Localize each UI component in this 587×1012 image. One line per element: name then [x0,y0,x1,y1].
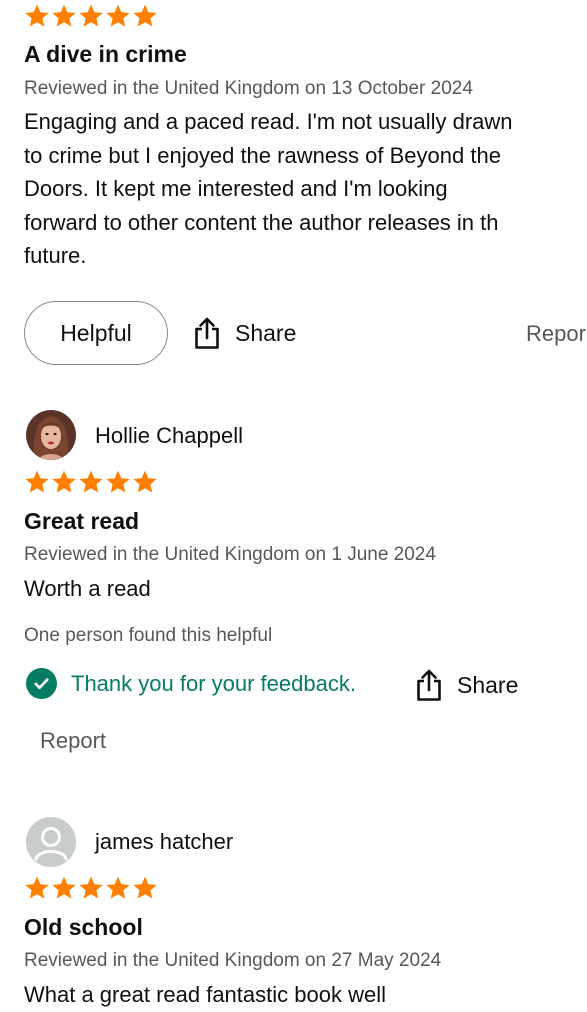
review-body: Worth a read [24,576,151,601]
share-button[interactable]: Share [193,316,296,350]
star-rating [24,3,158,29]
report-link[interactable]: Repor [526,321,586,347]
star-icon [25,4,49,27]
review-title: Old school [24,914,143,940]
star-rating [24,875,158,901]
review-date: Reviewed in the United Kingdom on 1 June… [24,544,436,565]
review-title: A dive in crime [24,41,187,67]
avatar-photo [26,410,76,460]
star-icon [133,876,157,899]
review-title: Great read [24,508,140,534]
star-icon [133,470,157,493]
share-label: Share [457,671,519,698]
review-date: Reviewed in the United Kingdom on 13 Oct… [24,78,473,99]
default-avatar-icon [26,817,76,867]
share-button[interactable]: Share [415,668,518,702]
share-icon [417,669,441,701]
star-icon [52,4,76,27]
check-circle-icon [26,668,57,699]
review-body-line: Engaging and a paced read. I'm not usual… [24,109,513,134]
star-icon [52,470,76,493]
reviewer-name[interactable]: james hatcher [95,829,233,855]
review-body-line: future. [24,243,87,268]
star-icon [25,876,49,899]
review-body: What a great read fantastic book well [24,982,386,1007]
star-icon [133,4,157,27]
review-body-line: to crime but I enjoyed the rawness of Be… [24,142,501,168]
star-icon [106,470,130,493]
helpful-button[interactable]: Helpful [24,301,168,365]
review-body: Engaging and a paced read. I'm not usual… [24,105,587,273]
star-icon [106,876,130,899]
star-rating [24,469,158,495]
review-body-line: forward to other content the author rele… [24,209,499,235]
report-link[interactable]: Report [40,728,106,754]
star-icon [79,470,103,493]
avatar [26,410,76,460]
share-label: Share [235,319,297,346]
star-icon [79,4,103,27]
avatar [26,817,76,867]
star-icon [79,876,103,899]
feedback-text: Thank you for your feedback. [71,670,356,696]
share-icon [195,317,219,349]
star-icon [25,470,49,493]
reviewer-name[interactable]: Hollie Chappell [95,423,243,449]
review-date: Reviewed in the United Kingdom on 27 May… [24,950,442,971]
star-icon [52,876,76,899]
review-body-line: Doors. It kept me interested and I'm loo… [24,176,448,201]
feedback-confirmation: Thank you for your feedback. [26,668,356,699]
star-icon [106,4,130,27]
helpful-count: One person found this helpful [24,625,273,646]
